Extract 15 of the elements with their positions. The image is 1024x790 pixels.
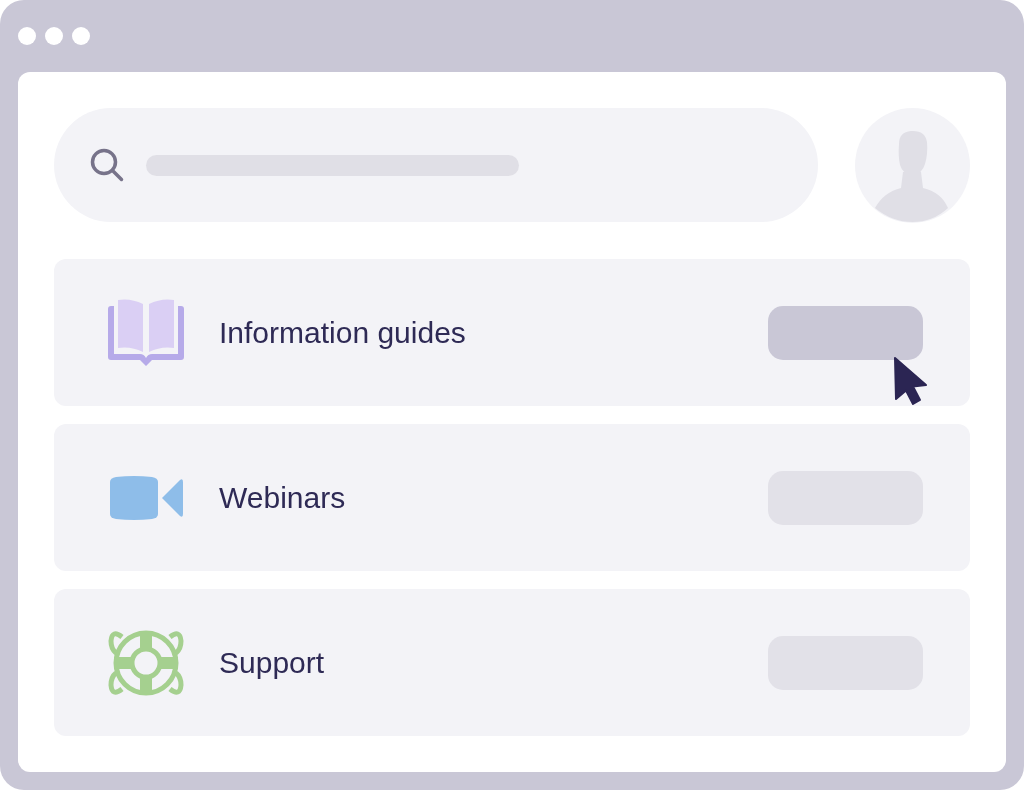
list-card[interactable]: Information guides	[54, 259, 970, 406]
window-control-icon[interactable]	[72, 26, 90, 45]
row-action-button[interactable]	[768, 305, 923, 360]
list-card[interactable]: Webinars	[54, 424, 970, 571]
card-title: Information guides	[219, 317, 466, 348]
list-card[interactable]: Support	[54, 589, 970, 736]
card-title: Support	[219, 647, 325, 678]
mouse-pointer-icon	[892, 355, 928, 406]
open-book-icon	[108, 297, 184, 368]
avatar-silhouette-icon[interactable]	[855, 107, 970, 223]
window-control-icon[interactable]	[45, 26, 63, 45]
window-control-icon[interactable]	[18, 26, 36, 45]
card-title: Webinars	[219, 482, 346, 513]
search-icon	[90, 148, 124, 182]
video-camera-icon	[108, 475, 184, 520]
